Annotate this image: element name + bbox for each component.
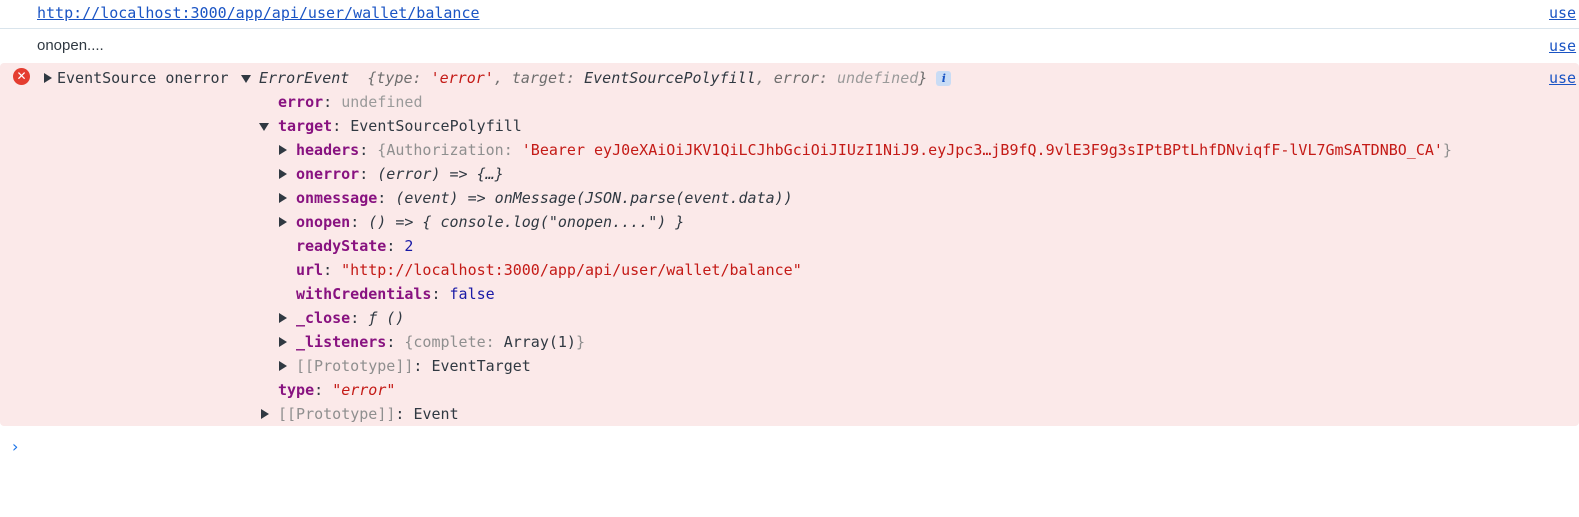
console-message-link: http://localhost:3000/app/api/user/walle… bbox=[0, 0, 1579, 29]
triangle-right-icon[interactable] bbox=[44, 73, 52, 83]
prop-value: ƒ () bbox=[368, 309, 405, 327]
prop-value: (error) => {…} bbox=[377, 165, 504, 183]
prop-value: () => { console.log("onopen....") } bbox=[368, 213, 685, 231]
preview-error: undefined bbox=[837, 69, 919, 87]
object-type: ErrorEvent bbox=[259, 69, 350, 87]
prop-value: (event) => onMessage(JSON.parse(event.da… bbox=[395, 189, 793, 207]
prop-withcredentials: withCredentials: false bbox=[296, 285, 495, 303]
prop-key: target bbox=[278, 117, 333, 135]
prop-listeners[interactable]: _listeners: {complete: Array(1)} bbox=[279, 332, 585, 352]
preview-type: 'error' bbox=[430, 69, 494, 87]
prop-value: false bbox=[449, 285, 495, 303]
inner-value: Array(1) bbox=[503, 333, 576, 351]
triangle-right-icon[interactable] bbox=[279, 145, 287, 155]
source-link[interactable]: use bbox=[1549, 4, 1576, 22]
prop-target[interactable]: target: EventSourcePolyfill bbox=[259, 116, 522, 136]
prop-prototype-event[interactable]: [[Prototype]]: Event bbox=[261, 404, 459, 424]
prop-prototype-eventtarget[interactable]: [[Prototype]]: EventTarget bbox=[279, 356, 531, 376]
preview-open: {type: bbox=[367, 69, 431, 87]
console-message-log: onopen.... use bbox=[0, 29, 1579, 63]
prop-onerror[interactable]: onerror: (error) => {…} bbox=[279, 164, 504, 184]
inner-key: complete bbox=[413, 333, 486, 351]
error-circle-icon: ✕ bbox=[13, 68, 30, 85]
source-link[interactable]: use bbox=[1549, 37, 1576, 55]
console-error-message: ✕ use EventSource onerror ErrorEvent {ty… bbox=[0, 63, 1579, 426]
object-preview: {type: 'error', target: EventSourcePolyf… bbox=[367, 69, 927, 87]
prop-key: type bbox=[278, 381, 315, 399]
error-label: EventSource onerror bbox=[57, 69, 229, 87]
prop-key: onopen bbox=[296, 213, 351, 231]
prop-key: _close bbox=[296, 309, 351, 327]
prop-value: EventSourcePolyfill bbox=[350, 117, 522, 135]
prop-close[interactable]: _close: ƒ () bbox=[279, 308, 404, 328]
prop-onmessage[interactable]: onmessage: (event) => onMessage(JSON.par… bbox=[279, 188, 793, 208]
info-icon[interactable]: i bbox=[936, 71, 952, 86]
preview-close: } bbox=[918, 69, 928, 87]
prop-key: readyState bbox=[296, 237, 387, 255]
prop-key: onmessage bbox=[296, 189, 378, 207]
prop-value: undefined bbox=[341, 93, 423, 111]
error-label-row[interactable]: EventSource onerror bbox=[44, 68, 229, 88]
prop-value: 2 bbox=[404, 237, 414, 255]
devtools-console: http://localhost:3000/app/api/user/walle… bbox=[0, 0, 1579, 517]
triangle-right-icon[interactable] bbox=[279, 313, 287, 323]
triangle-down-icon[interactable] bbox=[259, 122, 269, 131]
chevron-right-icon[interactable]: › bbox=[12, 437, 18, 456]
triangle-down-icon[interactable] bbox=[241, 74, 251, 83]
preview-sep: , target: bbox=[493, 69, 585, 87]
prop-key: url bbox=[296, 261, 324, 279]
triangle-right-icon[interactable] bbox=[279, 169, 287, 179]
url-link[interactable]: http://localhost:3000/app/api/user/walle… bbox=[37, 4, 480, 22]
source-link[interactable]: use bbox=[1549, 69, 1576, 87]
prop-url: url: "http://localhost:3000/app/api/user… bbox=[296, 261, 802, 279]
triangle-right-icon[interactable] bbox=[261, 409, 269, 419]
prop-key: onerror bbox=[296, 165, 360, 183]
prop-value: "error" bbox=[332, 381, 396, 399]
prop-value: EventTarget bbox=[431, 357, 531, 375]
prop-headers[interactable]: headers: {Authorization: 'Bearer eyJ0eXA… bbox=[279, 140, 1452, 160]
preview-target: EventSourcePolyfill bbox=[584, 69, 756, 87]
error-event-row[interactable]: ErrorEvent {type: 'error', target: Event… bbox=[241, 68, 952, 88]
prop-key: _listeners bbox=[296, 333, 387, 351]
prop-key: headers bbox=[296, 141, 360, 159]
prop-value: "http://localhost:3000/app/api/user/wall… bbox=[341, 261, 802, 279]
prop-value: Event bbox=[413, 405, 459, 423]
prop-type: type: "error" bbox=[278, 381, 396, 399]
brace: } bbox=[1442, 141, 1452, 159]
prop-key: error bbox=[278, 93, 324, 111]
brace: { bbox=[377, 141, 387, 159]
triangle-right-icon[interactable] bbox=[279, 217, 287, 227]
prop-error: error: undefined bbox=[278, 93, 423, 111]
triangle-right-icon[interactable] bbox=[279, 361, 287, 371]
prop-readystate: readyState: 2 bbox=[296, 237, 414, 255]
header-value: 'Bearer eyJ0eXAiOiJKV1QiLCJhbGciOiJIUzI1… bbox=[521, 141, 1443, 159]
prop-key: withCredentials bbox=[296, 285, 432, 303]
prop-key: [[Prototype]] bbox=[296, 357, 414, 375]
prop-key: [[Prototype]] bbox=[278, 405, 396, 423]
log-text: onopen.... bbox=[37, 37, 104, 54]
preview-sep: , error: bbox=[755, 69, 837, 87]
triangle-right-icon[interactable] bbox=[279, 193, 287, 203]
triangle-right-icon[interactable] bbox=[279, 337, 287, 347]
header-key: Authorization bbox=[386, 141, 504, 159]
prop-onopen[interactable]: onopen: () => { console.log("onopen...."… bbox=[279, 212, 684, 232]
brace: } bbox=[575, 333, 585, 351]
